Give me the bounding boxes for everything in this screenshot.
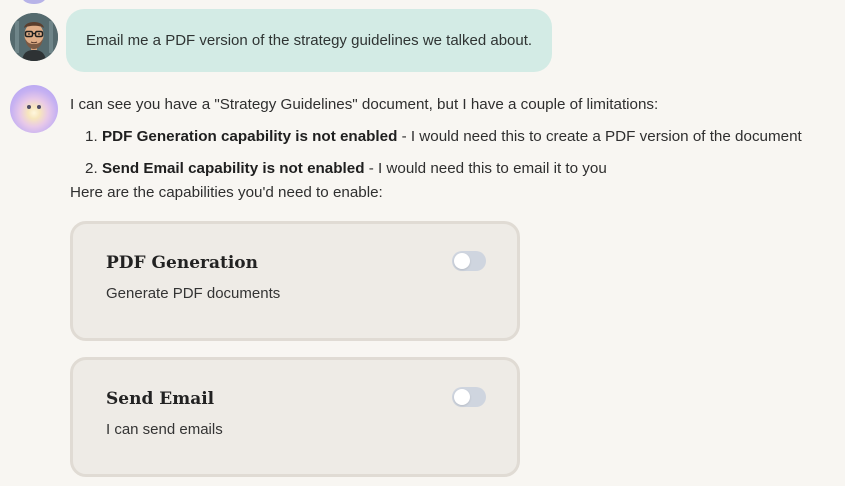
toggle-knob bbox=[454, 253, 470, 269]
user-message-text: Email me a PDF version of the strategy g… bbox=[86, 32, 533, 49]
user-avatar-icon bbox=[10, 13, 58, 61]
limitation-item-pdf: 1. PDF Generation capability is not enab… bbox=[70, 127, 840, 147]
pdf-generation-toggle[interactable] bbox=[452, 251, 486, 271]
user-avatar bbox=[10, 13, 58, 61]
assistant-avatar-eye-left bbox=[27, 105, 31, 109]
limitation-number: 2. bbox=[85, 160, 98, 177]
assistant-intro: I can see you have a "Strategy Guideline… bbox=[70, 96, 659, 113]
limitation-detail: - I would need this to email it to you bbox=[364, 160, 607, 177]
capability-description: Generate PDF documents bbox=[106, 285, 281, 302]
capability-title: Send Email bbox=[106, 389, 215, 409]
limitation-title: PDF Generation capability is not enabled bbox=[102, 128, 398, 145]
capability-title: PDF Generation bbox=[106, 253, 259, 273]
capability-description: I can send emails bbox=[106, 421, 223, 438]
limitations-list: 1. PDF Generation capability is not enab… bbox=[70, 127, 840, 179]
capability-card-send-email: Send Email I can send emails bbox=[70, 357, 520, 477]
limitation-title: Send Email capability is not enabled bbox=[102, 160, 365, 177]
capability-card-pdf-generation: PDF Generation Generate PDF documents bbox=[70, 221, 520, 341]
assistant-message: I can see you have a "Strategy Guideline… bbox=[70, 95, 840, 203]
assistant-avatar bbox=[10, 85, 58, 133]
limitation-detail: - I would need this to create a PDF vers… bbox=[397, 128, 802, 145]
send-email-toggle[interactable] bbox=[452, 387, 486, 407]
assistant-avatar-eye-right bbox=[37, 105, 41, 109]
user-message-bubble: Email me a PDF version of the strategy g… bbox=[66, 9, 553, 72]
capabilities-prompt: Here are the capabilities you'd need to … bbox=[70, 184, 383, 201]
toggle-knob bbox=[454, 389, 470, 405]
limitation-item-email: 2. Send Email capability is not enabled … bbox=[70, 159, 840, 179]
previous-avatar bbox=[22, 0, 46, 4]
limitation-number: 1. bbox=[85, 128, 98, 145]
